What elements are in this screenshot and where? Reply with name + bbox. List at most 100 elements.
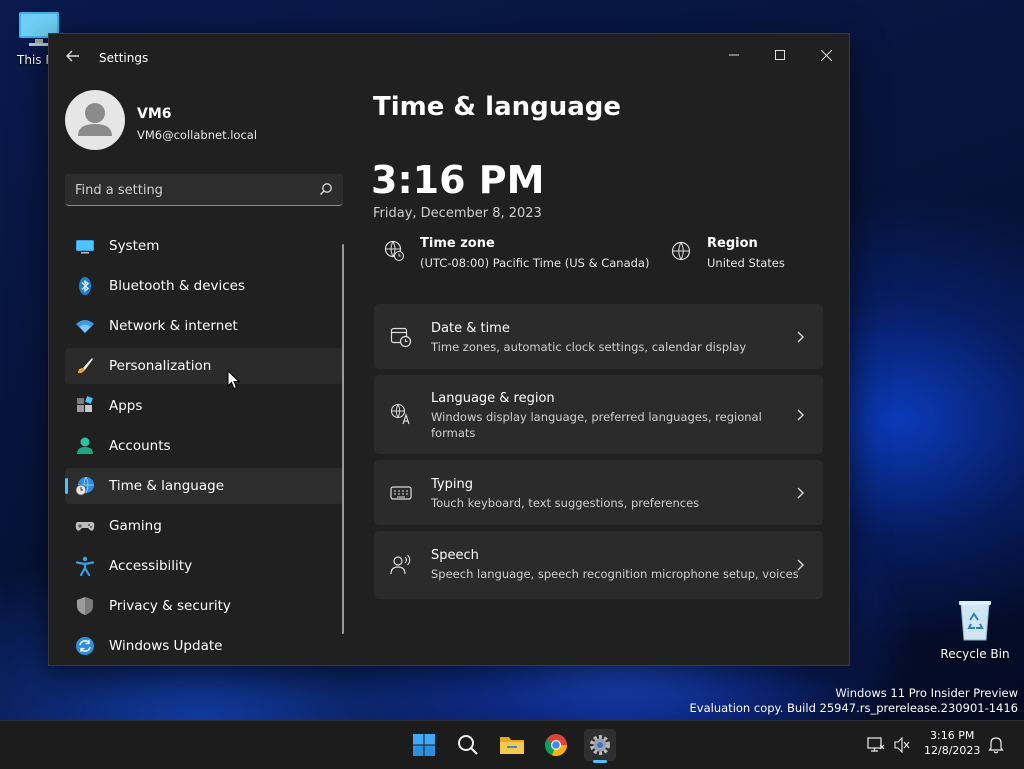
- sidebar-item-accounts[interactable]: Accounts: [65, 428, 343, 464]
- bluetooth-icon: [79, 277, 91, 295]
- card-title: Typing: [431, 477, 473, 492]
- user-avatar-icon: [78, 103, 112, 136]
- sidebar-item-accessibility[interactable]: Accessibility: [65, 548, 343, 584]
- minimize-icon: [729, 54, 739, 56]
- start-button[interactable]: [408, 729, 440, 761]
- speech-card[interactable]: Speech Speech language, speech recogniti…: [374, 531, 823, 599]
- gamepad-icon: [75, 522, 95, 531]
- volume-tray-button[interactable]: [888, 729, 916, 761]
- tray-time: 3:16 PM: [930, 729, 975, 742]
- sidebar-item-label: Apps: [109, 398, 143, 414]
- card-description: Speech language, speech recognition micr…: [431, 567, 799, 581]
- sidebar-item-system[interactable]: System: [65, 228, 343, 264]
- minimize-button[interactable]: [711, 40, 757, 70]
- timezone-title: Time zone: [420, 236, 495, 251]
- chevron-right-icon: [797, 487, 804, 499]
- search-input[interactable]: [65, 174, 317, 206]
- notifications-button[interactable]: [982, 729, 1010, 761]
- sidebar-item-label: Time & language: [109, 478, 225, 494]
- sidebar-item-privacy[interactable]: Privacy & security: [65, 588, 343, 624]
- file-explorer-icon: [500, 737, 524, 754]
- active-app-indicator: [593, 760, 607, 763]
- tray-clock[interactable]: 3:16 PM 12/8/2023: [924, 729, 980, 757]
- sidebar-item-windows-update[interactable]: Windows Update: [65, 628, 343, 664]
- globe-clock-icon: [75, 476, 94, 496]
- page-title: Time & language: [373, 92, 622, 122]
- chevron-right-icon: [797, 409, 804, 421]
- apps-icon: [77, 396, 93, 412]
- sidebar-item-apps[interactable]: Apps: [65, 388, 343, 424]
- network-icon: [867, 737, 885, 752]
- start-icon: [413, 734, 435, 756]
- os-watermark: Windows 11 Pro Insider Preview Evaluatio…: [690, 686, 1018, 716]
- desktop-icon-label: Recycle Bin: [940, 647, 1010, 661]
- mouse-cursor-icon: [227, 370, 241, 390]
- watermark-line: Windows 11 Pro Insider Preview: [835, 686, 1018, 700]
- sidebar-item-label: Accounts: [109, 438, 171, 454]
- timezone-value: (UTC-08:00) Pacific Time (US & Canada): [420, 256, 650, 270]
- settings-window: Settings VM6 VM6@collabnet.local Find a …: [48, 33, 850, 666]
- speech-icon: [390, 554, 411, 575]
- avatar: [65, 90, 125, 150]
- card-description: Touch keyboard, text suggestions, prefer…: [431, 496, 700, 510]
- accessibility-icon: [75, 556, 95, 576]
- sidebar-item-label: System: [109, 238, 160, 254]
- current-date: Friday, December 8, 2023: [373, 206, 542, 221]
- typing-card[interactable]: Typing Touch keyboard, text suggestions,…: [374, 460, 823, 525]
- globe-icon: [671, 241, 691, 261]
- chrome-button[interactable]: [540, 729, 572, 761]
- settings-search[interactable]: [65, 174, 343, 206]
- sidebar-item-gaming[interactable]: Gaming: [65, 508, 343, 544]
- person-icon: [77, 437, 93, 454]
- search-icon: [458, 735, 478, 755]
- maximize-button[interactable]: [757, 40, 803, 70]
- nav-scrollbar[interactable]: [342, 244, 344, 634]
- sidebar-item-label: Windows Update: [109, 638, 223, 654]
- network-tray-button[interactable]: [862, 729, 890, 761]
- chrome-icon: [544, 734, 568, 757]
- close-button[interactable]: [803, 40, 849, 70]
- sidebar-item-personalization[interactable]: Personalization: [65, 348, 343, 384]
- sidebar-item-label: Privacy & security: [109, 598, 231, 614]
- sidebar-item-bluetooth[interactable]: Bluetooth & devices: [65, 268, 343, 304]
- file-explorer-button[interactable]: [496, 729, 528, 761]
- region-title: Region: [707, 236, 758, 251]
- tray-date: 12/8/2023: [924, 744, 981, 757]
- settings-icon: [590, 735, 610, 755]
- language-icon: [390, 403, 410, 425]
- desktop-icon-recycle-bin[interactable]: Recycle Bin: [940, 598, 1010, 661]
- card-description: Time zones, automatic clock settings, ca…: [431, 340, 747, 354]
- back-arrow-icon: [66, 50, 79, 62]
- back-button[interactable]: [63, 48, 83, 68]
- wifi-icon: [76, 320, 94, 333]
- user-email: VM6@collabnet.local: [137, 128, 258, 142]
- user-name: VM6: [137, 106, 172, 122]
- keyboard-icon: [390, 486, 412, 500]
- sidebar-item-network[interactable]: Network & internet: [65, 308, 343, 344]
- monitor-icon: [76, 240, 94, 254]
- settings-taskbar-button[interactable]: [584, 729, 616, 763]
- calendar-clock-icon: [390, 327, 412, 348]
- maximize-icon: [775, 50, 785, 60]
- chevron-right-icon: [797, 331, 804, 343]
- globe-clock-icon: [384, 240, 405, 262]
- language-region-card[interactable]: Language & region Windows display langua…: [374, 375, 823, 454]
- search-icon: [320, 183, 332, 195]
- chevron-right-icon: [797, 559, 804, 571]
- card-title: Date & time: [431, 321, 510, 336]
- region-value: United States: [707, 256, 785, 270]
- card-title: Language & region: [431, 391, 555, 406]
- sidebar-item-label: Gaming: [109, 518, 162, 534]
- shield-icon: [77, 597, 93, 615]
- close-icon: [820, 49, 832, 61]
- date-time-card[interactable]: Date & time Time zones, automatic clock …: [374, 304, 823, 369]
- sidebar-item-label: Accessibility: [109, 558, 193, 574]
- card-title: Speech: [431, 548, 479, 563]
- update-icon: [76, 637, 94, 655]
- recycle-bin-icon: [959, 601, 991, 641]
- taskbar-search-button[interactable]: [452, 729, 484, 761]
- sidebar-item-time-language[interactable]: Time & language: [65, 468, 343, 504]
- volume-muted-icon: [894, 737, 910, 753]
- title-bar: Settings: [49, 34, 849, 82]
- window-title: Settings: [99, 51, 149, 65]
